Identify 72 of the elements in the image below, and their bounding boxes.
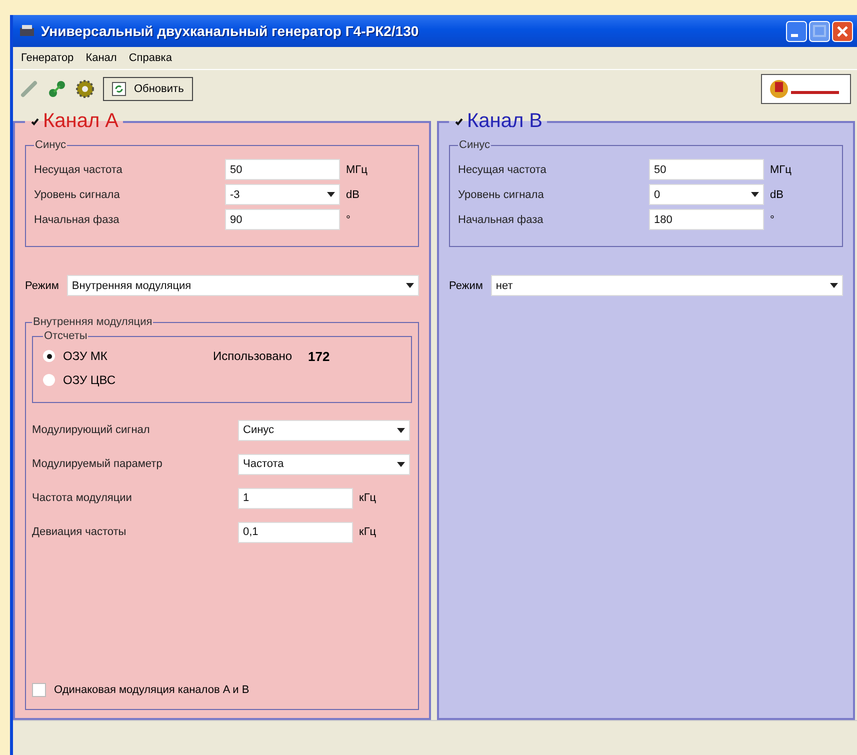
- dropdown-arrow-icon[interactable]: [830, 283, 838, 288]
- group-title: Синус: [34, 139, 68, 151]
- input-field[interactable]: 180: [649, 209, 764, 230]
- dropdown[interactable]: -3: [225, 184, 340, 205]
- input-field[interactable]: 0,1: [238, 522, 353, 542]
- field-label: Модулируемый параметр: [32, 458, 164, 470]
- mode-label: Режим: [25, 280, 59, 292]
- unit-label: МГц: [770, 164, 792, 176]
- close-icon[interactable]: [832, 20, 853, 42]
- field-label: Начальная фаза: [34, 214, 120, 226]
- refresh-button[interactable]: Обновить: [103, 77, 193, 101]
- field-label: Девиация частоты: [32, 526, 128, 538]
- mode-dropdown[interactable]: Внутренняя модуляция: [66, 275, 419, 296]
- unit-label: °: [346, 214, 350, 226]
- channel-title: Канал B: [467, 110, 543, 133]
- dropdown-value: нет: [496, 280, 513, 292]
- dropdown-value: Внутренняя модуляция: [72, 280, 192, 292]
- used-label: Использовано: [213, 349, 294, 363]
- dropdown-value: Частота: [243, 458, 284, 470]
- dropdown-arrow-icon[interactable]: [327, 192, 335, 197]
- refresh-icon: [112, 82, 126, 96]
- menu-item[interactable]: Справка: [122, 49, 178, 67]
- radio-label[interactable]: ОЗУ ЦВС: [63, 373, 213, 387]
- dropdown-value: 0: [654, 188, 660, 200]
- unit-label: МГц: [346, 164, 368, 176]
- radio-button[interactable]: [43, 374, 55, 386]
- field-label: Несущая частота: [34, 164, 124, 176]
- mode-label: Режим: [449, 280, 483, 292]
- unit-label: dB: [770, 188, 784, 200]
- dropdown-value: -3: [230, 188, 240, 200]
- group-title: Синус: [458, 139, 492, 151]
- logo-icon: [761, 74, 851, 104]
- field-label: Уровень сигнала: [34, 188, 121, 200]
- field-label: Начальная фаза: [458, 214, 544, 226]
- dropdown-arrow-icon[interactable]: [406, 283, 414, 288]
- menu-item[interactable]: Генератор: [15, 49, 80, 67]
- input-field[interactable]: 50: [225, 159, 340, 180]
- unit-label: кГц: [359, 492, 376, 504]
- radio-label[interactable]: ОЗУ МК: [63, 349, 213, 363]
- checkbox-label[interactable]: Одинаковая модуляция каналов A и B: [54, 684, 250, 696]
- field-label: Уровень сигнала: [458, 188, 545, 200]
- field-label: Несущая частота: [458, 164, 548, 176]
- unit-label: dB: [346, 188, 360, 200]
- app-icon: [19, 24, 35, 38]
- group-title: Отсчеты: [43, 330, 88, 342]
- dropdown[interactable]: Синус: [238, 420, 410, 440]
- minimize-icon[interactable]: [786, 20, 807, 42]
- field-label: Модулирующий сигнал: [32, 424, 151, 436]
- unit-label: °: [770, 214, 774, 226]
- menu-item[interactable]: Канал: [80, 49, 123, 67]
- group-title: Внутренняя модуляция: [32, 316, 154, 328]
- field-label: Частота модуляции: [32, 492, 133, 504]
- checkbox[interactable]: [453, 116, 464, 127]
- dropdown[interactable]: 0: [649, 184, 764, 205]
- maximize-icon[interactable]: [809, 20, 830, 42]
- dropdown-arrow-icon[interactable]: [751, 192, 759, 197]
- dropdown-value: Синус: [243, 424, 274, 436]
- checkbox[interactable]: [29, 116, 40, 127]
- gear-icon[interactable]: [75, 79, 95, 99]
- mode-dropdown[interactable]: нет: [490, 275, 843, 296]
- dropdown-arrow-icon[interactable]: [397, 462, 405, 466]
- used-value: 172: [308, 348, 330, 364]
- window-title: Универсальный двухканальный генератор Г4-РК2/130: [41, 23, 420, 39]
- dropdown[interactable]: Частота: [238, 454, 410, 474]
- input-field[interactable]: 1: [238, 488, 353, 508]
- channel-title: Канал A: [43, 110, 119, 133]
- input-field[interactable]: 50: [649, 159, 764, 180]
- unit-label: кГц: [359, 526, 376, 538]
- input-field[interactable]: 90: [225, 209, 340, 230]
- checkbox[interactable]: [32, 683, 46, 697]
- dropdown-arrow-icon[interactable]: [397, 428, 405, 432]
- radio-button[interactable]: [43, 350, 55, 362]
